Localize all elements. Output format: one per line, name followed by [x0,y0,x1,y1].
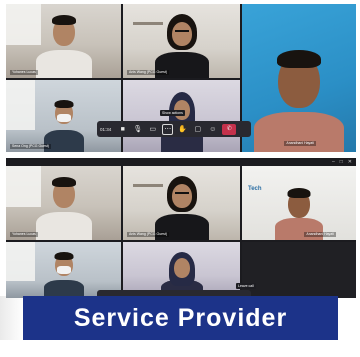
video-call-window-bottom: – □ ✕ Yohanes Lucas Anis Wang (PCG Guest… [6,158,356,298]
participant-name: Anis Wang (PCG Guest) [127,232,169,237]
participant-name: Sena Ong (PCG Guest) [10,144,51,149]
participant-name: Anandhani Hayati [304,232,336,237]
window-controls: – □ ✕ [332,159,352,165]
caption-text: Service Provider [73,303,288,332]
participant-tile[interactable]: Anis Wang (PCG Guest) [123,166,240,240]
participants-icon[interactable]: ☺ [207,124,218,135]
empty-tile [242,242,356,298]
participant-tile[interactable]: Anis Wang (PCG Guest) [123,4,240,78]
call-timer: 01:34 [100,126,112,132]
mic-icon[interactable]: 🎙 [132,124,143,135]
participant-name: Yohanes Lucas [10,232,38,237]
participant-tile[interactable]: Sena Ong (PCG Guest) [6,80,121,152]
more-icon[interactable]: ⋯ [162,123,174,135]
caption-banner: Service Provider [23,296,338,340]
toolbar-tooltip: Show actions [160,110,185,116]
share-icon[interactable]: ▭ [147,124,158,135]
participant-tile[interactable] [123,80,240,152]
leave-tooltip: Leave call [236,283,256,289]
video-icon[interactable]: ■ [117,124,128,135]
participant-tile[interactable]: Anandhani Hayati [242,4,356,152]
chat-icon[interactable]: ▢ [192,124,203,135]
leave-icon[interactable]: ✆ [222,123,237,135]
participant-name: Anis Wang (PCG Guest) [127,70,169,75]
participant-tile[interactable]: Yohanes Lucas [6,166,121,240]
call-toolbar: 01:34 ■ 🎙 ▭ ⋯ ✋ ▢ ☺ ✆ [97,121,251,137]
participant-name: Yohanes Lucas [10,70,38,75]
maximize-button[interactable]: □ [340,159,343,165]
background-text: Tech [248,186,262,192]
close-button[interactable]: ✕ [348,159,352,165]
minimize-button[interactable]: – [332,159,335,165]
participant-name: Anandhani Hayati [284,141,316,146]
watermark-logo [0,296,24,340]
raise-hand-icon[interactable]: ✋ [177,124,188,135]
participant-tile[interactable]: Yohanes Lucas [6,4,121,78]
participant-tile[interactable]: Tech Anandhani Hayati [242,166,356,240]
